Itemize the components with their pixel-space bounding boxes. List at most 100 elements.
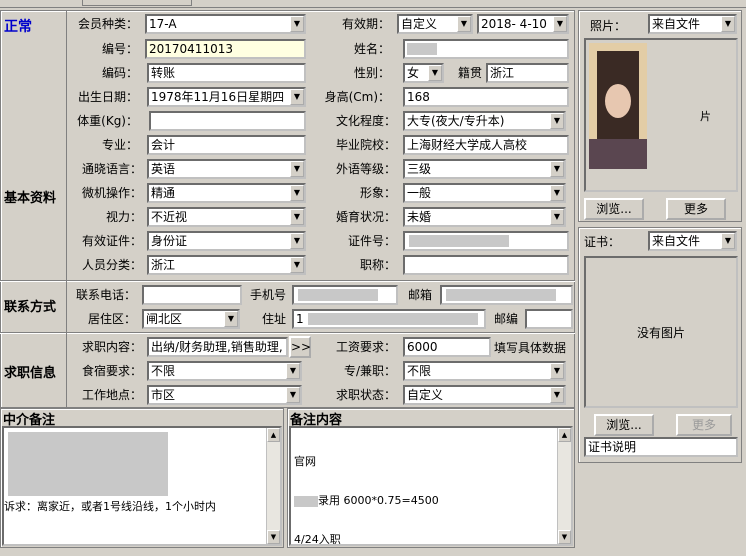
remarks-line-3: 4/24入职 — [294, 533, 341, 546]
chevron-down-icon[interactable]: ▼ — [721, 16, 735, 32]
certificate-browse-button[interactable]: 浏览... — [594, 414, 654, 436]
native-field[interactable]: 浙江 — [486, 63, 569, 83]
education-select[interactable]: 大专(夜大/专升本) ▼ — [403, 111, 566, 131]
chevron-down-icon[interactable]: ▼ — [290, 257, 304, 273]
scroll-up-icon[interactable]: ▲ — [558, 428, 571, 442]
redacted-block — [308, 313, 478, 325]
agency-notes-textarea[interactable]: 诉求：离家近，或者1号线沿线，1个小时内 ▲ ▼ — [2, 426, 282, 546]
number-field[interactable]: 20170411013 — [145, 39, 306, 59]
school-field[interactable]: 上海财经大学成人高校 — [403, 135, 569, 155]
top-tab[interactable] — [82, 0, 192, 6]
computer-select[interactable]: 精通 ▼ — [147, 183, 306, 203]
chevron-down-icon[interactable]: ▼ — [290, 16, 304, 32]
chevron-down-icon[interactable]: ▼ — [457, 16, 471, 32]
language-value: 英语 — [151, 162, 176, 176]
major-label: 专业： — [101, 138, 138, 152]
photo-label: 照片： — [590, 19, 627, 33]
certificate-source-select[interactable]: 来自文件 ▼ — [648, 231, 737, 251]
name-field[interactable] — [403, 39, 569, 59]
chevron-down-icon[interactable]: ▼ — [550, 185, 564, 201]
category-select[interactable]: 浙江 ▼ — [147, 255, 306, 275]
appearance-select[interactable]: 一般 ▼ — [403, 183, 566, 203]
photo-browse-button[interactable]: 浏览... — [584, 198, 644, 220]
job-content-field[interactable]: 出纳/财务助理,销售助理, — [147, 337, 288, 357]
gender-select[interactable]: 女 ▼ — [403, 63, 444, 83]
scroll-down-icon[interactable]: ▼ — [267, 530, 280, 544]
photo-frame: 片 — [584, 38, 738, 192]
agency-notes-scrollbar[interactable]: ▲ ▼ — [266, 428, 280, 544]
name-label: 姓名： — [353, 42, 390, 56]
chevron-down-icon[interactable]: ▼ — [290, 233, 304, 249]
validity-label: 有效期： — [341, 17, 390, 31]
photo-more-button[interactable]: 更多 — [666, 198, 726, 220]
weight-field[interactable] — [149, 111, 306, 131]
title-field[interactable] — [403, 255, 569, 275]
id-type-select[interactable]: 身份证 ▼ — [147, 231, 306, 251]
member-type-select[interactable]: 17-A ▼ — [145, 14, 306, 34]
job-status-value: 自定义 — [407, 388, 444, 402]
address-field[interactable]: 1 — [292, 309, 486, 329]
major-field[interactable]: 会计 — [147, 135, 306, 155]
title-label: 职称： — [359, 258, 396, 272]
scroll-down-icon[interactable]: ▼ — [558, 530, 571, 544]
id-no-field[interactable] — [403, 231, 569, 251]
mobile-field[interactable] — [292, 285, 398, 305]
address-label: 住址 — [261, 312, 286, 326]
job-status-select[interactable]: 自定义 ▼ — [403, 385, 566, 405]
job-content-label: 求职内容： — [81, 340, 142, 354]
board-select[interactable]: 不限 ▼ — [147, 361, 302, 381]
remarks-line-1: 官网 — [294, 455, 316, 468]
chevron-down-icon[interactable]: ▼ — [550, 209, 564, 225]
salary-field[interactable]: 6000 — [403, 337, 491, 357]
remarks-textarea[interactable]: 官网 录用 6000*0.75=4500 4/24入职 ▲ ▼ — [289, 426, 573, 546]
chevron-down-icon[interactable]: ▼ — [290, 209, 304, 225]
phone-field[interactable] — [142, 285, 242, 305]
chevron-down-icon[interactable]: ▼ — [290, 161, 304, 177]
redacted-block — [446, 289, 556, 301]
chevron-down-icon[interactable]: ▼ — [550, 387, 564, 403]
chevron-down-icon[interactable]: ▼ — [224, 311, 238, 327]
job-content-more-button[interactable]: >> — [289, 336, 311, 358]
marital-select[interactable]: 未婚 ▼ — [403, 207, 566, 227]
validity-type-select[interactable]: 自定义 ▼ — [397, 14, 473, 34]
foreign-level-select[interactable]: 三级 ▼ — [403, 159, 566, 179]
language-select[interactable]: 英语 ▼ — [147, 159, 306, 179]
email-field[interactable] — [440, 285, 573, 305]
chevron-down-icon[interactable]: ▼ — [550, 161, 564, 177]
email-label: 邮箱 — [407, 288, 432, 302]
workplace-select[interactable]: 市区 ▼ — [147, 385, 302, 405]
chevron-down-icon[interactable]: ▼ — [553, 16, 567, 32]
computer-value: 精通 — [151, 186, 176, 200]
vision-label: 视力： — [105, 210, 142, 224]
photo-image — [589, 43, 647, 169]
photo-source-select[interactable]: 来自文件 ▼ — [648, 14, 737, 34]
chevron-down-icon[interactable]: ▼ — [286, 387, 300, 403]
vision-select[interactable]: 不近视 ▼ — [147, 207, 306, 227]
district-value: 闸北区 — [146, 312, 183, 326]
remarks-line-2: 录用 6000*0.75=4500 — [294, 494, 568, 507]
fulltime-select[interactable]: 不限 ▼ — [403, 361, 566, 381]
marital-label: 婚育状况： — [335, 210, 396, 224]
code-field[interactable]: 转账 — [147, 63, 306, 83]
education-value: 大专(夜大/专升本) — [407, 114, 505, 128]
chevron-down-icon[interactable]: ▼ — [550, 113, 564, 129]
remarks-scrollbar[interactable]: ▲ ▼ — [557, 428, 571, 544]
chevron-down-icon[interactable]: ▼ — [290, 89, 304, 105]
phone-label: 联系电话： — [75, 288, 136, 302]
postcode-field[interactable] — [525, 309, 573, 329]
chevron-down-icon[interactable]: ▼ — [721, 233, 735, 249]
board-label: 食宿要求： — [81, 364, 142, 378]
height-field[interactable]: 168 — [403, 87, 569, 107]
vision-value: 不近视 — [151, 210, 188, 224]
status-label: 正常 — [4, 19, 32, 35]
chevron-down-icon[interactable]: ▼ — [550, 363, 564, 379]
chevron-down-icon[interactable]: ▼ — [286, 363, 300, 379]
birth-date-picker[interactable]: 1978年11月16日星期四 ▼ — [147, 87, 306, 107]
scroll-up-icon[interactable]: ▲ — [267, 428, 280, 442]
chevron-down-icon[interactable]: ▼ — [290, 185, 304, 201]
chevron-down-icon[interactable]: ▼ — [428, 65, 442, 81]
district-select[interactable]: 闸北区 ▼ — [142, 309, 240, 329]
certificate-desc-field[interactable]: 证书说明 — [584, 437, 738, 457]
validity-type-value: 自定义 — [401, 17, 438, 31]
validity-date-picker[interactable]: 2018- 4-10 ▼ — [477, 14, 569, 34]
